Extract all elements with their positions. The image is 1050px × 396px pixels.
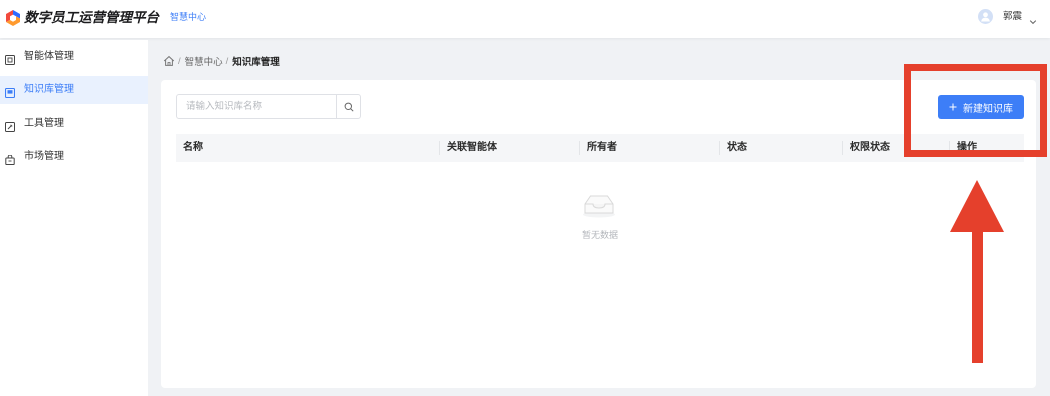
user-avatar-icon[interactable] bbox=[978, 9, 993, 24]
tool-icon bbox=[5, 119, 15, 132]
sidebar-item-tools[interactable]: 工具管理 bbox=[0, 110, 148, 138]
chevron-down-icon[interactable] bbox=[1029, 13, 1037, 25]
sidebar-item-agents[interactable]: 智能体管理 bbox=[0, 43, 148, 71]
breadcrumb-current-page: 知识库管理 bbox=[232, 57, 280, 68]
search-input[interactable] bbox=[177, 95, 336, 118]
search-icon[interactable] bbox=[336, 95, 360, 118]
sidebar-item-label: 市场管理 bbox=[24, 151, 64, 162]
agent-icon bbox=[5, 52, 15, 65]
sidebar-item-label: 工具管理 bbox=[24, 118, 64, 129]
column-header-label: 权限状态 bbox=[850, 142, 890, 153]
column-header-name: 名称 bbox=[176, 134, 440, 162]
table-empty-state: 暂无数据 bbox=[176, 162, 1024, 262]
column-header-linked-agents: 关联智能体 bbox=[440, 134, 580, 162]
nav-link-smart-center[interactable]: 智慧中心 bbox=[170, 9, 206, 25]
breadcrumb-separator: / bbox=[225, 55, 229, 67]
column-header-status: 状态 bbox=[720, 134, 843, 162]
annotation-up-arrow-icon bbox=[950, 180, 1004, 363]
annotation-highlight-box bbox=[904, 64, 1047, 157]
search-box bbox=[176, 94, 361, 119]
sidebar: 智能体管理 知识库管理 工具管理 市场管理 bbox=[0, 40, 148, 396]
table-header: 名称 关联智能体 所有者 状态 权限状态 操作 bbox=[176, 134, 1024, 162]
breadcrumb: / 智慧中心 / 知识库管理 bbox=[163, 54, 280, 68]
platform-logo-icon bbox=[4, 9, 22, 27]
empty-text: 暂无数据 bbox=[581, 230, 618, 240]
empty-inbox-icon bbox=[581, 192, 617, 218]
top-header: 数字员工运营管理平台 智慧中心 郭震 bbox=[0, 0, 1050, 38]
sidebar-item-label: 智能体管理 bbox=[24, 51, 74, 62]
app-title: 数字员工运营管理平台 bbox=[24, 10, 159, 25]
breadcrumb-separator: / bbox=[178, 55, 181, 67]
column-header-label: 关联智能体 bbox=[447, 142, 497, 153]
column-header-label: 状态 bbox=[727, 142, 747, 153]
home-icon[interactable] bbox=[163, 55, 175, 67]
column-header-owner: 所有者 bbox=[580, 134, 720, 162]
sidebar-item-knowledge-base[interactable]: 知识库管理 bbox=[0, 76, 148, 104]
column-header-label: 所有者 bbox=[587, 142, 617, 153]
user-name[interactable]: 郭震 bbox=[1003, 9, 1022, 25]
breadcrumb-item-smart-center[interactable]: 智慧中心 bbox=[185, 54, 223, 68]
sidebar-item-label: 知识库管理 bbox=[24, 84, 74, 95]
column-header-label: 名称 bbox=[183, 142, 203, 153]
sidebar-item-market[interactable]: 市场管理 bbox=[0, 143, 148, 171]
book-icon bbox=[4, 85, 16, 99]
shop-icon bbox=[5, 152, 15, 165]
